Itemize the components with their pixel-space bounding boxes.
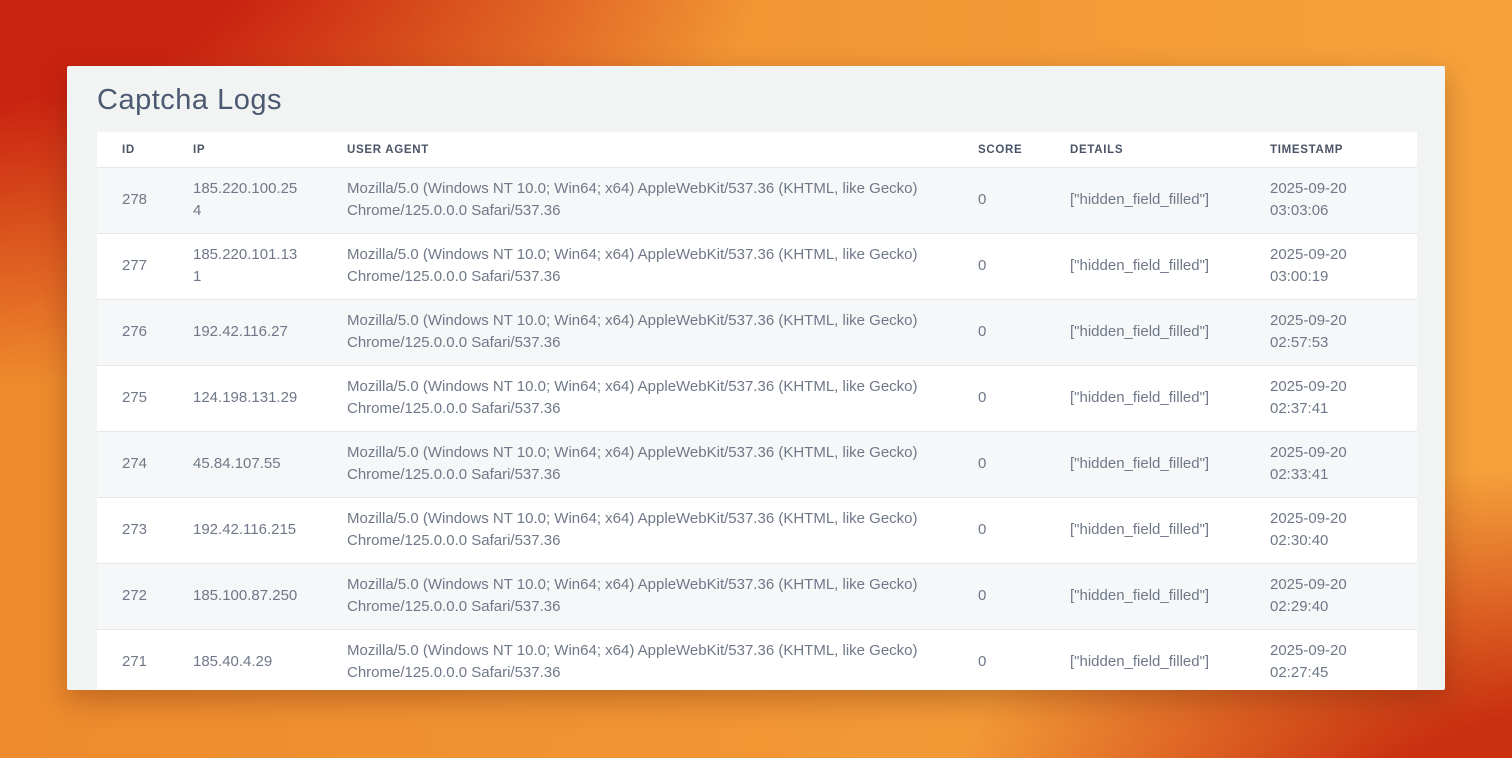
cell-user-agent: Mozilla/5.0 (Windows NT 10.0; Win64; x64…	[322, 168, 953, 234]
cell-ip: 124.198.131.29	[168, 366, 322, 432]
cell-score: 0	[953, 564, 1045, 630]
cell-score: 0	[953, 300, 1045, 366]
cell-id: 276	[97, 300, 168, 366]
cell-user-agent: Mozilla/5.0 (Windows NT 10.0; Win64; x64…	[322, 630, 953, 691]
column-header-ip: IP	[168, 132, 322, 168]
column-header-timestamp: TIMESTAMP	[1245, 132, 1417, 168]
cell-user-agent: Mozilla/5.0 (Windows NT 10.0; Win64; x64…	[322, 564, 953, 630]
table-row: 272 185.100.87.250 Mozilla/5.0 (Windows …	[97, 564, 1417, 630]
cell-id: 272	[97, 564, 168, 630]
cell-timestamp: 2025-09-20 02:27:45	[1245, 630, 1417, 691]
table-header-row: ID IP USER AGENT SCORE DETAILS TIMESTAMP	[97, 132, 1417, 168]
cell-details: ["hidden_field_filled"]	[1045, 300, 1245, 366]
cell-user-agent: Mozilla/5.0 (Windows NT 10.0; Win64; x64…	[322, 234, 953, 300]
cell-score: 0	[953, 234, 1045, 300]
table-row: 274 45.84.107.55 Mozilla/5.0 (Windows NT…	[97, 432, 1417, 498]
cell-ip: 192.42.116.27	[168, 300, 322, 366]
captcha-logs-card: Captcha Logs ID IP USER AGENT SCORE DETA…	[67, 66, 1445, 690]
column-header-user-agent: USER AGENT	[322, 132, 953, 168]
cell-score: 0	[953, 366, 1045, 432]
cell-ip: 185.220.100.254	[168, 168, 322, 234]
cell-score: 0	[953, 432, 1045, 498]
table-row: 278 185.220.100.254 Mozilla/5.0 (Windows…	[97, 168, 1417, 234]
cell-id: 273	[97, 498, 168, 564]
cell-timestamp: 2025-09-20 03:03:06	[1245, 168, 1417, 234]
cell-timestamp: 2025-09-20 02:33:41	[1245, 432, 1417, 498]
cell-score: 0	[953, 498, 1045, 564]
cell-timestamp: 2025-09-20 02:37:41	[1245, 366, 1417, 432]
cell-ip: 185.220.101.131	[168, 234, 322, 300]
cell-details: ["hidden_field_filled"]	[1045, 564, 1245, 630]
cell-id: 277	[97, 234, 168, 300]
cell-id: 271	[97, 630, 168, 691]
cell-timestamp: 2025-09-20 02:30:40	[1245, 498, 1417, 564]
cell-score: 0	[953, 168, 1045, 234]
cell-id: 278	[97, 168, 168, 234]
table-row: 276 192.42.116.27 Mozilla/5.0 (Windows N…	[97, 300, 1417, 366]
cell-ip: 185.100.87.250	[168, 564, 322, 630]
cell-details: ["hidden_field_filled"]	[1045, 630, 1245, 691]
cell-details: ["hidden_field_filled"]	[1045, 168, 1245, 234]
cell-id: 274	[97, 432, 168, 498]
table-row: 273 192.42.116.215 Mozilla/5.0 (Windows …	[97, 498, 1417, 564]
column-header-details: DETAILS	[1045, 132, 1245, 168]
cell-details: ["hidden_field_filled"]	[1045, 432, 1245, 498]
cell-user-agent: Mozilla/5.0 (Windows NT 10.0; Win64; x64…	[322, 498, 953, 564]
cell-timestamp: 2025-09-20 02:29:40	[1245, 564, 1417, 630]
cell-user-agent: Mozilla/5.0 (Windows NT 10.0; Win64; x64…	[322, 300, 953, 366]
cell-user-agent: Mozilla/5.0 (Windows NT 10.0; Win64; x64…	[322, 432, 953, 498]
table-row: 275 124.198.131.29 Mozilla/5.0 (Windows …	[97, 366, 1417, 432]
cell-ip: 185.40.4.29	[168, 630, 322, 691]
page-title: Captcha Logs	[97, 81, 1415, 119]
cell-id: 275	[97, 366, 168, 432]
column-header-score: SCORE	[953, 132, 1045, 168]
cell-details: ["hidden_field_filled"]	[1045, 498, 1245, 564]
cell-timestamp: 2025-09-20 02:57:53	[1245, 300, 1417, 366]
cell-user-agent: Mozilla/5.0 (Windows NT 10.0; Win64; x64…	[322, 366, 953, 432]
column-header-id: ID	[97, 132, 168, 168]
cell-timestamp: 2025-09-20 03:00:19	[1245, 234, 1417, 300]
captcha-logs-table: ID IP USER AGENT SCORE DETAILS TIMESTAMP…	[97, 132, 1417, 690]
cell-details: ["hidden_field_filled"]	[1045, 234, 1245, 300]
table-row: 271 185.40.4.29 Mozilla/5.0 (Windows NT …	[97, 630, 1417, 691]
page-background: { "page": { "title": "Captcha Logs" }, "…	[0, 0, 1512, 758]
cell-ip: 45.84.107.55	[168, 432, 322, 498]
table-header: ID IP USER AGENT SCORE DETAILS TIMESTAMP	[97, 132, 1417, 168]
table-row: 277 185.220.101.131 Mozilla/5.0 (Windows…	[97, 234, 1417, 300]
table-body: 278 185.220.100.254 Mozilla/5.0 (Windows…	[97, 168, 1417, 691]
cell-details: ["hidden_field_filled"]	[1045, 366, 1245, 432]
cell-score: 0	[953, 630, 1045, 691]
cell-ip: 192.42.116.215	[168, 498, 322, 564]
